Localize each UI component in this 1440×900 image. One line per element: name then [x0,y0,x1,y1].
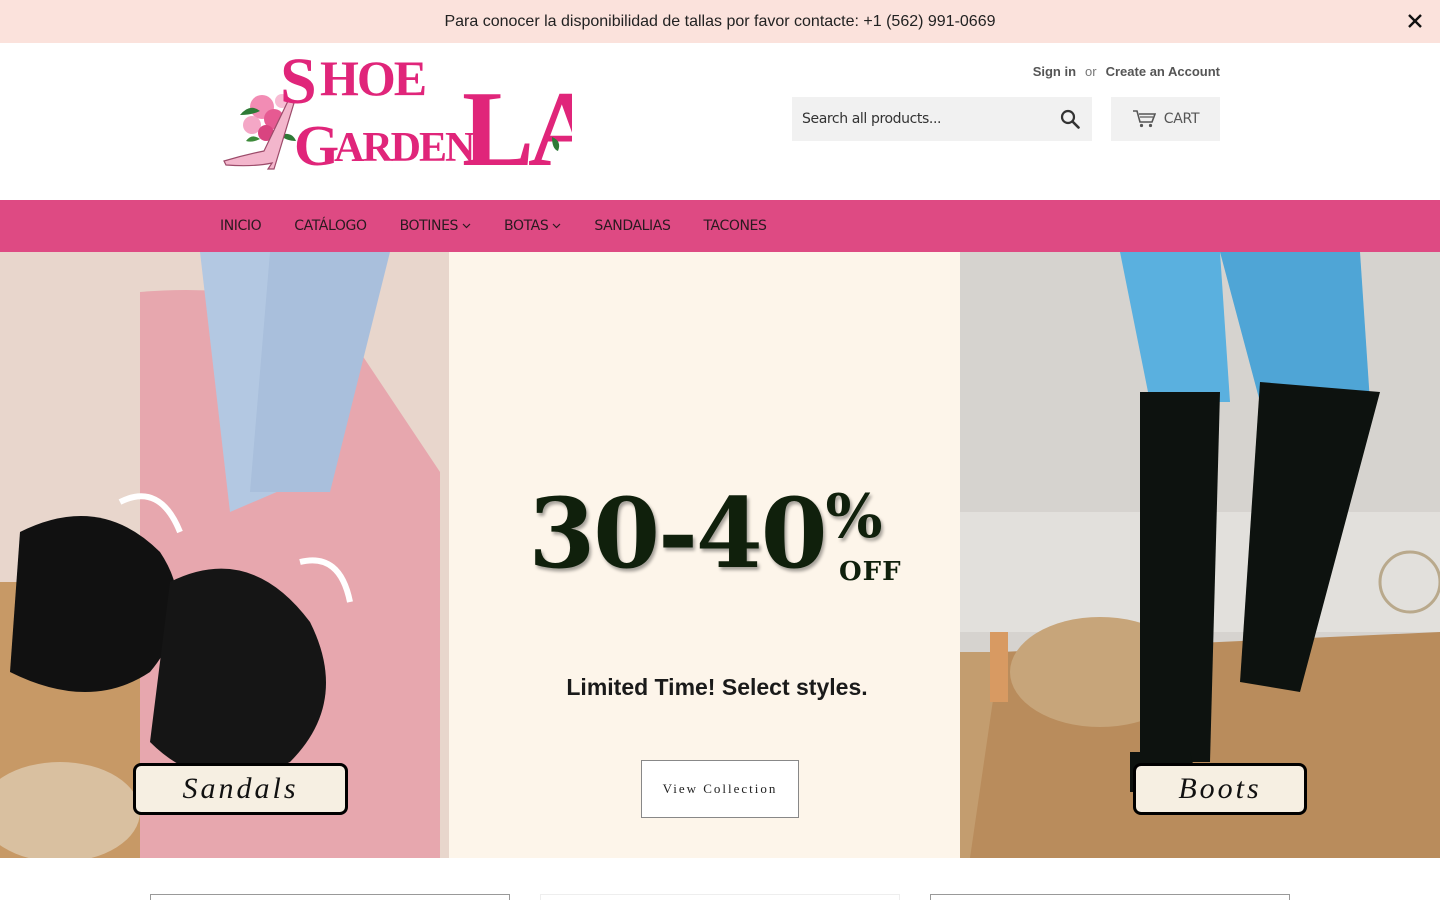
promo-panel: 30-40% OFF Limited Time! Select styles. … [449,252,960,858]
cart-button[interactable]: CART [1111,97,1220,141]
site-header: S HOE G ARDEN LA Sign in or Create an Ac… [0,43,1440,200]
svg-text:LA: LA [462,70,572,171]
main-nav: INICIO CATÁLOGO BOTINES BOTAS SANDALIAS … [0,200,1440,252]
search-bar [792,97,1092,141]
shoe-garden-la-logo[interactable]: S HOE G ARDEN LA [222,45,572,171]
promo-percent: % [825,482,883,552]
collection-card[interactable] [540,894,900,900]
svg-text:G: G [294,113,339,171]
nav-item-label: INICIO [220,218,262,234]
nav-item-tacones[interactable]: TACONES [703,218,766,234]
promo-off: OFF [839,557,902,587]
view-collection-button[interactable]: View Collection [641,760,799,818]
search-input[interactable] [792,111,1042,127]
boots-tag[interactable]: Boots [1133,763,1307,815]
announcement-text: Para conocer la disponibilidad de tallas… [444,12,996,30]
collection-card[interactable] [930,894,1290,900]
nav-item-inicio[interactable]: INICIO [220,218,262,234]
close-icon[interactable] [1404,10,1426,32]
nav-item-label: CATÁLOGO [294,218,367,234]
create-account-link[interactable]: Create an Account [1106,64,1220,79]
sign-in-link[interactable]: Sign in [1033,64,1076,79]
nav-item-label: SANDALIAS [594,218,671,234]
sandals-image[interactable]: Sandals [0,252,449,858]
chevron-down-icon [462,223,471,229]
nav-item-botas[interactable]: BOTAS [504,218,561,234]
cart-label: CART [1163,111,1200,127]
account-links: Sign in or Create an Account [1033,64,1220,79]
hero-banner: Sandals 30-40% OFF Limited Time! Select … [0,252,1440,858]
announcement-bar: Para conocer la disponibilidad de tallas… [0,0,1440,43]
nav-item-label: BOTINES [399,218,459,234]
svg-text:HOE: HOE [320,50,425,106]
search-icon[interactable] [1060,109,1080,129]
nav-item-catalogo[interactable]: CATÁLOGO [294,218,367,234]
logo-shoe-text: S [280,45,317,118]
nav-item-label: TACONES [703,218,767,234]
chevron-down-icon [552,223,561,229]
cart-icon [1132,110,1156,128]
sandals-tag[interactable]: Sandals [133,763,348,815]
nav-item-botines[interactable]: BOTINES [400,218,471,234]
boots-image[interactable]: Boots [960,252,1440,858]
nav-item-label: BOTAS [504,218,549,234]
promo-subtitle: Limited Time! Select styles. [566,674,868,700]
collection-card[interactable] [150,894,510,900]
nav-item-sandalias[interactable]: SANDALIAS [594,218,671,234]
or-text: or [1085,64,1097,79]
svg-text:ARDEN: ARDEN [334,125,475,171]
promo-number: 30-40 [528,477,827,590]
